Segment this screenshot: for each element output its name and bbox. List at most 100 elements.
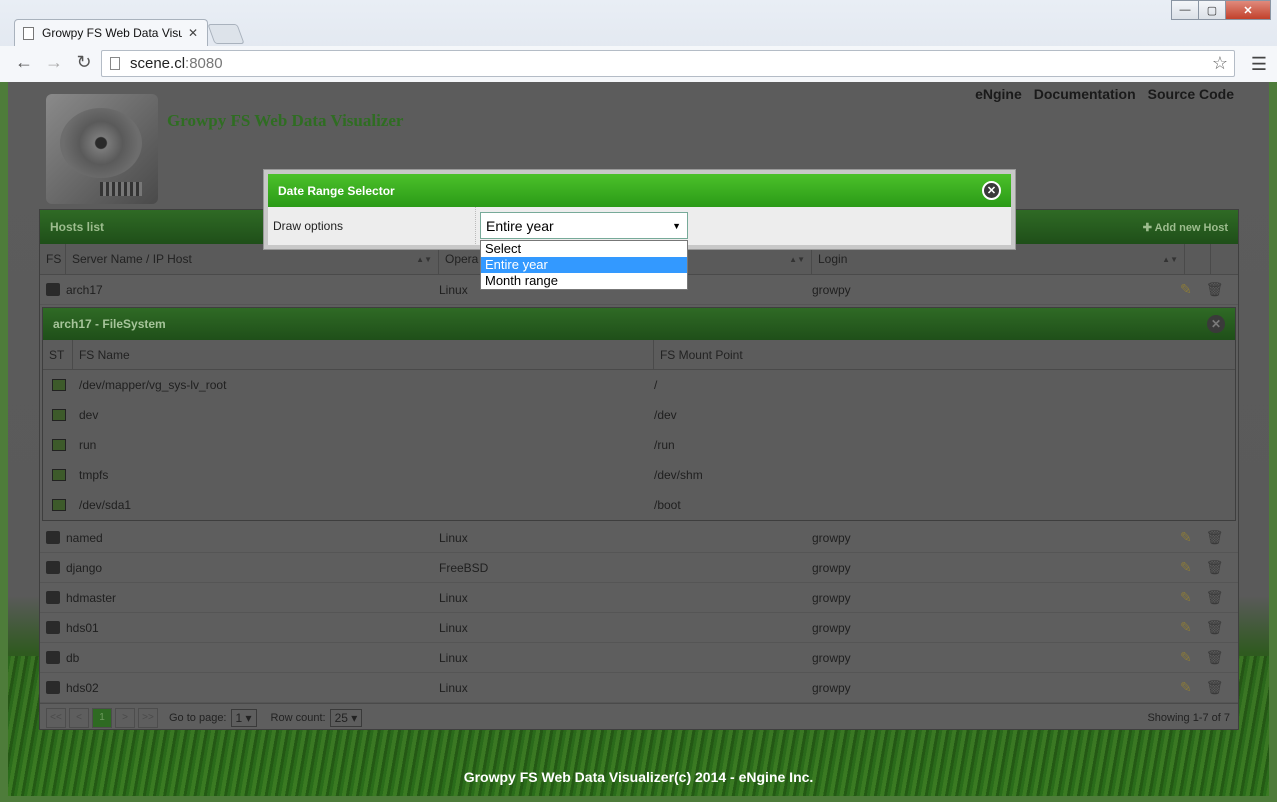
edit-icon[interactable]: ✎ <box>1180 281 1192 298</box>
menu-icon[interactable]: ☰ <box>1251 54 1267 75</box>
table-row[interactable]: hds01 Linux growpy ✎ 🗑 <box>40 613 1238 643</box>
host-login: growpy <box>812 530 851 545</box>
fs-row[interactable]: /dev/mapper/vg_sys-lv_root / <box>43 370 1235 400</box>
option-select[interactable]: Select <box>481 241 687 257</box>
host-name: arch17 <box>66 282 103 297</box>
fs-name: dev <box>79 408 99 422</box>
browser-toolbar: ← → ↻ scene.cl:8080 ☆ ☰ <box>0 46 1277 82</box>
back-icon[interactable]: ← <box>12 52 36 73</box>
host-icon[interactable] <box>46 561 60 574</box>
right-border <box>1269 82 1277 796</box>
bottom-border <box>0 796 1277 802</box>
col-fs-name[interactable]: FS Name <box>73 340 654 369</box>
draw-options-select[interactable]: Entire year ▼ <box>480 212 688 239</box>
forward-icon[interactable]: → <box>42 52 66 73</box>
fs-name: /dev/sda1 <box>79 498 132 512</box>
table-row[interactable]: hdmaster Linux growpy ✎ 🗑 <box>40 583 1238 613</box>
sort-icon: ▲▼ <box>789 254 805 264</box>
host-name: named <box>66 530 103 545</box>
host-icon[interactable] <box>46 681 60 694</box>
minimize-button[interactable]: — <box>1171 0 1199 20</box>
edit-icon[interactable]: ✎ <box>1180 649 1192 666</box>
add-host-button[interactable]: ✚ Add new Host <box>1143 221 1228 234</box>
edit-icon[interactable]: ✎ <box>1180 679 1192 696</box>
edit-icon[interactable]: ✎ <box>1180 559 1192 576</box>
close-icon[interactable]: ✕ <box>1207 315 1225 333</box>
trash-icon[interactable]: 🗑 <box>1206 619 1224 636</box>
trash-icon[interactable]: 🗑 <box>1206 281 1224 298</box>
edit-icon[interactable]: ✎ <box>1180 529 1192 546</box>
nav-source-code[interactable]: Source Code <box>1148 86 1234 102</box>
host-icon[interactable] <box>46 531 60 544</box>
fs-row[interactable]: dev/dev <box>43 400 1235 430</box>
option-entire-year[interactable]: Entire year <box>481 257 687 273</box>
modal-body: Draw options Entire year ▼ <box>268 207 1011 244</box>
host-os: Linux <box>439 590 468 605</box>
edit-icon[interactable]: ✎ <box>1180 589 1192 606</box>
first-page-button[interactable]: << <box>46 707 66 728</box>
tab-title: Growpy FS Web Data Visualizer <box>42 26 182 40</box>
host-icon[interactable] <box>46 651 60 664</box>
fs-mount: /boot <box>654 498 681 512</box>
host-name: db <box>66 650 80 665</box>
address-bar[interactable]: scene.cl:8080 ☆ <box>101 50 1235 77</box>
edit-icon[interactable]: ✎ <box>1180 619 1192 636</box>
host-login: growpy <box>812 620 851 635</box>
host-os: FreeBSD <box>439 560 489 575</box>
trash-icon[interactable]: 🗑 <box>1206 679 1224 696</box>
host-login: growpy <box>812 650 851 665</box>
reload-icon[interactable]: ↻ <box>72 52 96 73</box>
fs-row[interactable]: tmpfs/dev/shm <box>43 460 1235 490</box>
trash-icon[interactable]: 🗑 <box>1206 559 1224 576</box>
host-icon[interactable] <box>46 591 60 604</box>
host-name: hds01 <box>66 620 99 635</box>
fs-name: tmpfs <box>79 468 109 482</box>
top-navigation: eNgine Documentation Source Code <box>975 86 1234 102</box>
close-icon[interactable]: ✕ <box>982 181 1001 200</box>
window-controls: — ▢ ✕ <box>1171 0 1271 20</box>
nav-engine[interactable]: eNgine <box>975 86 1022 102</box>
trash-icon[interactable]: 🗑 <box>1206 529 1224 546</box>
trash-icon[interactable]: 🗑 <box>1206 649 1224 666</box>
current-page-button[interactable]: 1 <box>92 707 112 728</box>
host-login: growpy <box>812 680 851 695</box>
host-icon[interactable] <box>46 621 60 634</box>
new-tab-button[interactable] <box>207 24 245 44</box>
rowcount-select[interactable]: 25 ▾ <box>329 708 363 727</box>
browser-tab[interactable]: Growpy FS Web Data Visualizer ✕ <box>14 19 208 46</box>
nav-documentation[interactable]: Documentation <box>1034 86 1136 102</box>
host-name: hds02 <box>66 680 99 695</box>
col-fs-mount[interactable]: FS Mount Point <box>654 340 1235 369</box>
fs-row[interactable]: /dev/sda1/boot <box>43 490 1235 520</box>
fs-mount: /dev <box>654 408 677 422</box>
fs-row[interactable]: run/run <box>43 430 1235 460</box>
filesystem-header: arch17 - FileSystem ✕ <box>43 308 1235 340</box>
table-row[interactable]: named Linux growpy ✎ 🗑 <box>40 523 1238 553</box>
last-page-button[interactable]: >> <box>138 707 158 728</box>
hard-drive-logo <box>46 94 158 204</box>
maximize-button[interactable]: ▢ <box>1198 0 1226 20</box>
table-row[interactable]: hds02 Linux growpy ✎ 🗑 <box>40 673 1238 703</box>
trash-icon[interactable]: 🗑 <box>1206 589 1224 606</box>
draw-options-label: Draw options <box>268 207 476 244</box>
close-window-button[interactable]: ✕ <box>1225 0 1271 20</box>
filesystem-title: arch17 - FileSystem <box>53 317 166 331</box>
option-month-range[interactable]: Month range <box>481 273 687 289</box>
table-row[interactable]: django FreeBSD growpy ✎ 🗑 <box>40 553 1238 583</box>
goto-page-select[interactable]: 1 ▾ <box>230 708 257 727</box>
table-row[interactable]: db Linux growpy ✎ 🗑 <box>40 643 1238 673</box>
host-icon[interactable] <box>46 283 60 296</box>
date-range-modal: Date Range Selector ✕ Draw options Entir… <box>263 169 1016 250</box>
pager: << < 1 > >> Go to page: 1 ▾ Row count: 2… <box>40 703 1238 731</box>
bookmark-star-icon[interactable]: ☆ <box>1212 53 1228 74</box>
host-name: django <box>66 560 103 575</box>
close-tab-icon[interactable]: ✕ <box>188 26 198 40</box>
prev-page-button[interactable]: < <box>69 707 89 728</box>
fs-status-icon <box>52 379 66 391</box>
col-fs[interactable]: FS <box>40 244 66 274</box>
host-name: hdmaster <box>66 590 117 605</box>
next-page-button[interactable]: > <box>115 707 135 728</box>
col-st[interactable]: ST <box>43 340 73 369</box>
page-icon <box>23 26 34 40</box>
host-login: growpy <box>812 590 851 605</box>
